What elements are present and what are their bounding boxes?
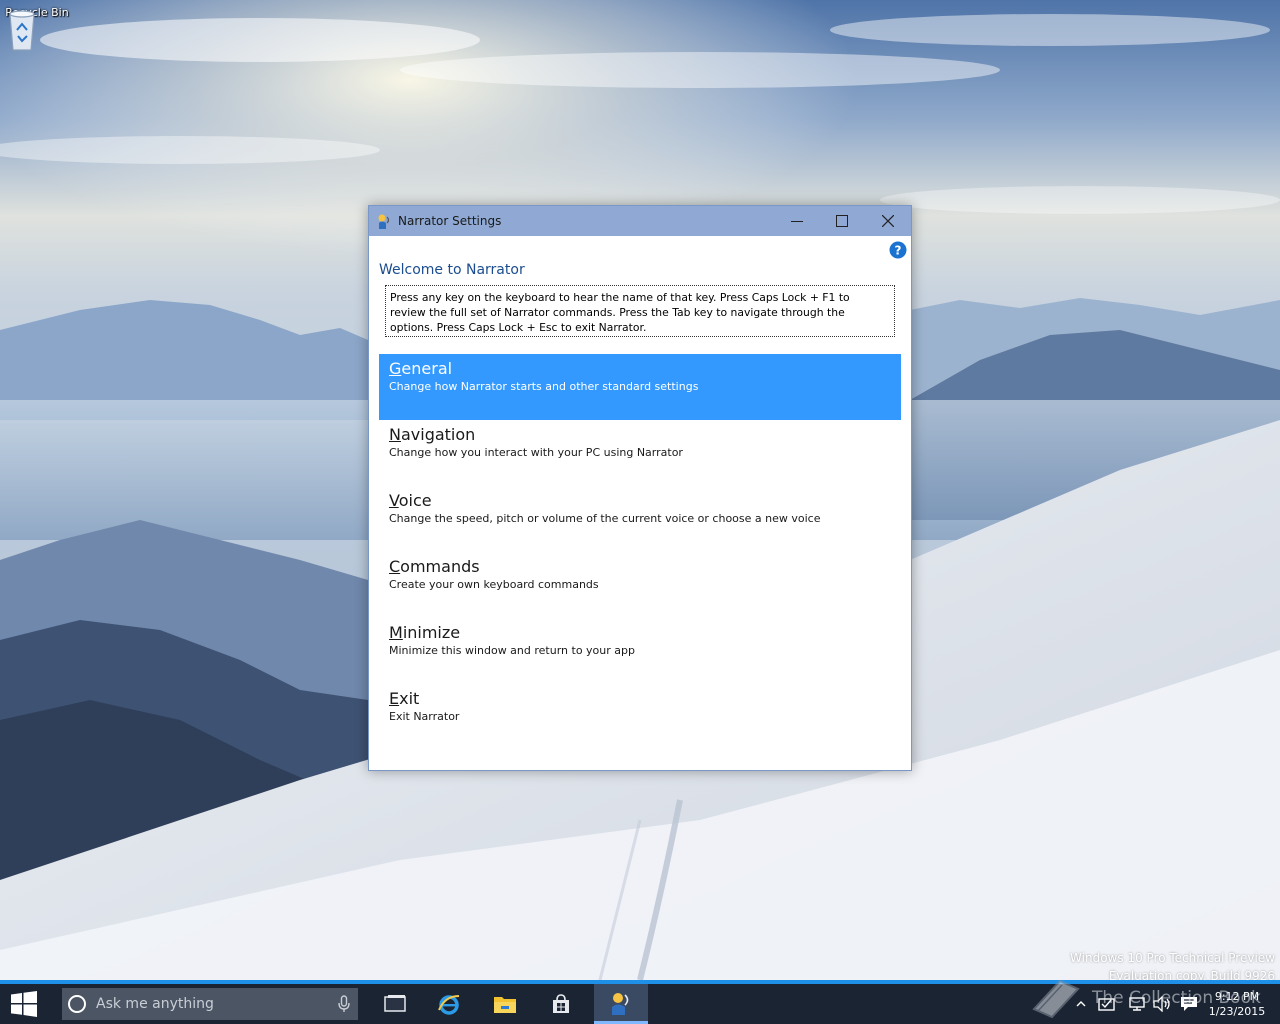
store-icon — [553, 994, 569, 1013]
menu-item-title-rest: xit — [399, 689, 420, 708]
search-placeholder: Ask me anything — [96, 996, 214, 1012]
accelerator-key: M — [389, 623, 403, 642]
menu-item-title: Voice — [389, 491, 891, 511]
taskbar-app-store[interactable] — [534, 984, 588, 1024]
windows-logo-icon — [11, 991, 37, 1017]
search-box[interactable]: Ask me anything — [62, 988, 358, 1020]
narrator-settings-window: Narrator Settings ? Welcome to Narrator … — [368, 205, 912, 771]
menu-item-description: Change how Narrator starts and other sta… — [389, 380, 699, 393]
volume-icon[interactable] — [1152, 996, 1172, 1012]
menu-item-title-rest: avigation — [400, 425, 476, 444]
action-center-flag-icon[interactable] — [1098, 996, 1116, 1012]
internet-explorer-icon — [438, 995, 460, 1015]
network-icon[interactable] — [1128, 996, 1146, 1012]
accelerator-key: E — [389, 689, 400, 708]
maximize-icon — [836, 215, 848, 227]
menu-item-minimize[interactable]: Minimize Minimize this window and return… — [379, 618, 901, 684]
microphone-icon[interactable] — [338, 995, 350, 1013]
title-bar[interactable]: Narrator Settings — [369, 206, 911, 236]
window-title: Narrator Settings — [398, 214, 502, 228]
accelerator-key: G — [389, 359, 402, 378]
os-watermark: Windows 10 Pro Technical Preview Evaluat… — [1070, 949, 1275, 980]
menu-item-commands[interactable]: Commands Create your own keyboard comman… — [379, 552, 901, 618]
taskbar-app-internet-explorer[interactable] — [422, 984, 476, 1024]
watermark-line-2: Evaluation copy. Build 9926 — [1108, 969, 1275, 980]
system-clock[interactable]: 9:12 PM 1/23/2015 — [1204, 989, 1270, 1019]
notifications-icon[interactable] — [1180, 996, 1198, 1012]
menu-item-description: Change how you interact with your PC usi… — [389, 446, 683, 459]
close-button[interactable] — [865, 206, 911, 236]
minimize-button[interactable] — [774, 206, 820, 236]
close-icon — [882, 215, 894, 227]
menu-item-description: Exit Narrator — [389, 710, 460, 723]
accelerator-key: C — [389, 557, 401, 576]
desktop-icon-recycle-bin[interactable]: Recycle Bin — [4, 6, 70, 51]
menu-item-navigation[interactable]: Navigation Change how you interact with … — [379, 420, 901, 486]
cortana-icon — [68, 995, 86, 1013]
minimize-icon — [791, 221, 803, 222]
instructions-text: Press any key on the keyboard to hear th… — [385, 285, 895, 337]
svg-text:?: ? — [895, 244, 902, 258]
welcome-heading: Welcome to Narrator — [379, 262, 525, 278]
menu-item-description: Create your own keyboard commands — [389, 578, 599, 591]
menu-item-title-rest: inimize — [402, 623, 461, 642]
maximize-button[interactable] — [819, 206, 865, 236]
taskbar-app-narrator[interactable] — [594, 984, 648, 1024]
taskbar: Ask me anything 9:12 PM 1/23/2015 — [0, 980, 1280, 1024]
menu-item-description: Minimize this window and return to your … — [389, 644, 635, 657]
clock-date: 1/23/2015 — [1208, 1005, 1266, 1018]
help-icon[interactable]: ? — [889, 241, 907, 259]
file-explorer-icon — [494, 997, 516, 1013]
start-button[interactable] — [0, 984, 48, 1024]
menu-item-description: Change the speed, pitch or volume of the… — [389, 512, 821, 525]
menu-item-general[interactable]: General Change how Narrator starts and o… — [379, 354, 901, 420]
menu-item-title-rest: eneral — [401, 359, 453, 378]
taskbar-app-file-explorer[interactable] — [478, 984, 532, 1024]
accelerator-key: N — [389, 425, 401, 444]
menu-item-title: Commands — [389, 557, 891, 577]
show-hidden-icons-chevron-icon[interactable] — [1076, 1000, 1086, 1008]
task-view-icon — [384, 995, 406, 1012]
settings-menu: General Change how Narrator starts and o… — [379, 354, 901, 750]
menu-item-title-rest: ommands — [400, 557, 480, 576]
menu-item-title-rest: oice — [398, 491, 432, 510]
clock-time: 9:12 PM — [1214, 990, 1260, 1003]
narrator-icon — [612, 992, 629, 1015]
menu-item-exit[interactable]: Exit Exit Narrator — [379, 684, 901, 750]
menu-item-title: Navigation — [389, 425, 891, 445]
narrator-app-icon — [378, 214, 390, 229]
menu-item-title: Minimize — [389, 623, 891, 643]
menu-item-title: Exit — [389, 689, 891, 709]
recycle-bin-icon — [9, 10, 35, 51]
menu-item-voice[interactable]: Voice Change the speed, pitch or volume … — [379, 486, 901, 552]
watermark-line-1: Windows 10 Pro Technical Preview — [1070, 951, 1275, 965]
menu-item-title: General — [389, 359, 891, 379]
task-view-button[interactable] — [368, 984, 422, 1024]
accelerator-key: V — [389, 491, 399, 510]
